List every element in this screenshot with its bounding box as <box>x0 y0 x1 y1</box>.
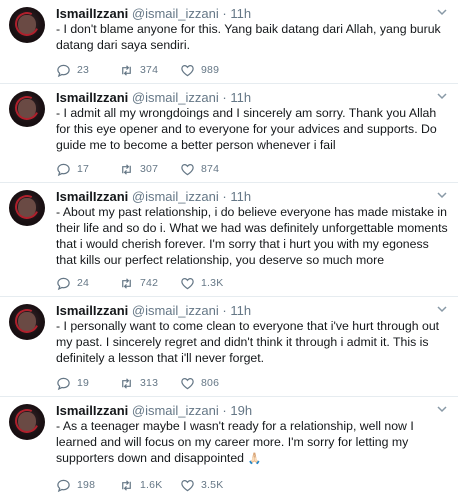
display-name[interactable]: IsmailIzzani <box>56 6 128 21</box>
heart-icon <box>181 377 194 389</box>
reply-button[interactable]: 23 <box>56 62 89 78</box>
avatar[interactable] <box>9 304 45 340</box>
avatar[interactable] <box>9 404 45 440</box>
retweet-count: 307 <box>140 163 159 175</box>
chevron-down-icon[interactable] <box>436 303 448 315</box>
chevron-down-icon[interactable] <box>436 90 448 102</box>
display-name[interactable]: IsmailIzzani <box>56 303 128 318</box>
tweet-text: - As a teenager maybe I wasn't ready for… <box>56 419 414 465</box>
tweet-header: IsmailIzzani @ismail_izzani · 19h <box>56 403 438 419</box>
reply-icon <box>57 64 70 77</box>
retweet-count: 742 <box>140 277 159 289</box>
reply-button[interactable]: 17 <box>56 161 89 177</box>
reply-button[interactable]: 19 <box>56 375 89 391</box>
retweet-button[interactable]: 313 <box>119 375 158 391</box>
timestamp[interactable]: 11h <box>230 6 251 21</box>
like-count: 806 <box>201 377 220 389</box>
heart-icon <box>181 479 194 491</box>
reply-icon <box>57 277 70 290</box>
tweet-header: IsmailIzzani @ismail_izzani · 11h <box>56 303 438 319</box>
like-button[interactable]: 806 <box>180 375 219 391</box>
reply-icon <box>57 163 70 176</box>
reply-count: 17 <box>77 163 90 175</box>
handle[interactable]: @ismail_izzani <box>132 90 219 105</box>
reply-count: 198 <box>77 479 96 491</box>
like-count: 1.3K <box>201 277 224 289</box>
retweet-icon <box>122 377 131 389</box>
like-button[interactable]: 3.5K <box>180 477 223 493</box>
retweet-icon <box>122 479 131 491</box>
tweet[interactable]: IsmailIzzani @ismail_izzani · 11h - I pe… <box>0 297 458 397</box>
like-button[interactable]: 1.3K <box>180 275 223 291</box>
avatar[interactable] <box>9 190 45 226</box>
timestamp[interactable]: 11h <box>230 90 251 105</box>
chevron-down-icon[interactable] <box>436 189 448 201</box>
retweet-count: 374 <box>140 64 159 76</box>
tweet[interactable]: IsmailIzzani @ismail_izzani · 19h - As a… <box>0 397 458 500</box>
timestamp[interactable]: 19h <box>230 403 252 418</box>
tweet-header: IsmailIzzani @ismail_izzani · 11h <box>56 189 438 205</box>
retweet-button[interactable]: 1.6K <box>119 477 162 493</box>
reply-button[interactable]: 24 <box>56 275 89 291</box>
separator-dot: · <box>222 90 227 105</box>
handle[interactable]: @ismail_izzani <box>132 403 219 418</box>
praying-hands-emoji: 🙏🏻 <box>247 453 262 465</box>
chevron-down-icon[interactable] <box>436 403 448 415</box>
like-count: 874 <box>201 163 220 175</box>
tweet[interactable]: IsmailIzzani @ismail_izzani · 11h - I ad… <box>0 84 458 183</box>
retweet-button[interactable]: 374 <box>119 62 158 78</box>
tweet-header: IsmailIzzani @ismail_izzani · 11h <box>56 6 438 22</box>
display-name[interactable]: IsmailIzzani <box>56 403 128 418</box>
handle[interactable]: @ismail_izzani <box>132 6 219 21</box>
tweet-header: IsmailIzzani @ismail_izzani · 11h <box>56 90 438 106</box>
retweet-button[interactable]: 742 <box>119 275 158 291</box>
retweet-icon <box>122 64 131 76</box>
retweet-icon <box>122 163 131 175</box>
separator-dot: · <box>222 403 227 418</box>
tweet-text: - About my past relationship, i do belie… <box>56 205 448 267</box>
like-count: 989 <box>201 64 220 76</box>
retweet-count: 1.6K <box>140 479 163 491</box>
handle[interactable]: @ismail_izzani <box>132 303 219 318</box>
separator-dot: · <box>222 6 227 21</box>
heart-icon <box>181 277 194 289</box>
reply-count: 19 <box>77 377 90 389</box>
heart-icon <box>181 163 194 175</box>
timestamp[interactable]: 11h <box>230 189 251 204</box>
tweet[interactable]: IsmailIzzani @ismail_izzani · 11h - I do… <box>0 0 458 84</box>
display-name[interactable]: IsmailIzzani <box>56 189 128 204</box>
avatar[interactable] <box>9 7 45 43</box>
reply-count: 23 <box>77 64 90 76</box>
separator-dot: · <box>222 303 227 318</box>
tweet-text: - I don't blame anyone for this. Yang ba… <box>56 22 441 52</box>
like-button[interactable]: 874 <box>180 161 219 177</box>
reply-icon <box>57 479 70 492</box>
avatar[interactable] <box>9 91 45 127</box>
separator-dot: · <box>222 189 227 204</box>
timestamp[interactable]: 11h <box>230 303 251 318</box>
heart-icon <box>181 64 194 76</box>
reply-icon <box>57 377 70 390</box>
tweet[interactable]: IsmailIzzani @ismail_izzani · 11h - Abou… <box>0 183 458 297</box>
chevron-down-icon[interactable] <box>436 6 448 18</box>
retweet-button[interactable]: 307 <box>119 161 158 177</box>
retweet-count: 313 <box>140 377 159 389</box>
tweet-text: - I personally want to come clean to eve… <box>56 319 440 365</box>
reply-button[interactable]: 198 <box>56 477 95 493</box>
retweet-icon <box>122 277 131 289</box>
tweet-text: - I admit all my wrongdoings and I since… <box>56 106 437 152</box>
display-name[interactable]: IsmailIzzani <box>56 90 128 105</box>
like-button[interactable]: 989 <box>180 62 219 78</box>
tweet-text-container: - As a teenager maybe I wasn't ready for… <box>56 418 451 467</box>
handle[interactable]: @ismail_izzani <box>132 189 219 204</box>
like-count: 3.5K <box>201 479 224 491</box>
tweet-timeline: IsmailIzzani @ismail_izzani · 11h - I do… <box>0 0 458 500</box>
reply-count: 24 <box>77 277 90 289</box>
